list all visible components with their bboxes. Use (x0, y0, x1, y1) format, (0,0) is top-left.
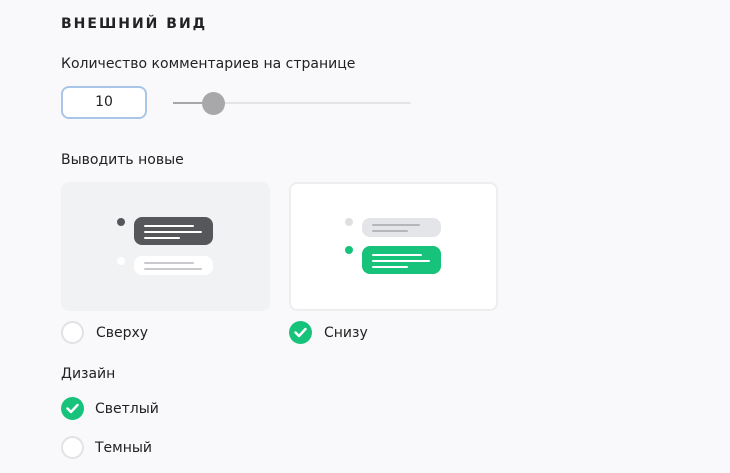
comments-slider-knob[interactable] (202, 92, 225, 115)
order-top-preview-card[interactable] (61, 182, 270, 311)
radio-design-dark[interactable] (61, 436, 84, 459)
preview-dot-old (345, 218, 353, 226)
order-label: Выводить новые (61, 152, 184, 168)
design-label: Дизайн (61, 366, 116, 382)
preview-dot-new (117, 218, 125, 226)
order-bottom-preview-card[interactable] (289, 182, 498, 311)
radio-design-light[interactable] (61, 397, 84, 420)
radio-design-light-label[interactable]: Светлый (95, 401, 159, 417)
radio-order-bottom-label[interactable]: Снизу (324, 325, 368, 341)
preview-bubble-old (362, 218, 441, 237)
section-title: ВНЕШНИЙ ВИД (61, 16, 208, 32)
comments-per-page-label: Количество комментариев на странице (61, 56, 356, 72)
comments-count-input[interactable]: 10 (61, 86, 147, 119)
check-icon (66, 403, 79, 414)
radio-order-bottom[interactable] (289, 321, 312, 344)
check-icon (294, 327, 307, 338)
preview-dot-new (345, 246, 353, 254)
radio-order-top[interactable] (61, 321, 84, 344)
preview-bubble-new (362, 246, 441, 274)
preview-bubble-old (134, 256, 213, 275)
radio-design-dark-label[interactable]: Темный (95, 440, 152, 456)
radio-order-top-label[interactable]: Сверху (96, 325, 148, 341)
preview-bubble-new (134, 217, 213, 245)
preview-dot-old (117, 257, 125, 265)
